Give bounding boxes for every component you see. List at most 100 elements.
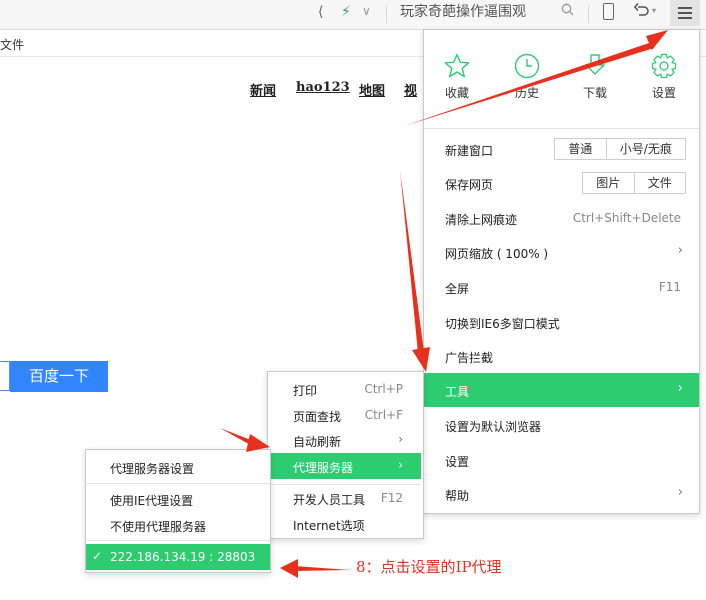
new-window-incognito-button[interactable]: 小号/无痕 <box>605 139 685 159</box>
menu-item-save-page: 保存网页 图片 文件 <box>424 166 699 200</box>
clock-icon <box>514 53 540 79</box>
chevron-right-icon: › <box>677 485 683 500</box>
tile-label: 下载 <box>582 86 607 100</box>
menu-item-shortcut: F12 <box>380 491 403 505</box>
menu-item-new-window: 新建窗口 普通 小号/无痕 <box>424 132 699 166</box>
annotation-text: 8：点击设置的IP代理 <box>356 558 502 576</box>
new-window-options: 普通 小号/无痕 <box>554 138 686 160</box>
toolbar-divider <box>386 5 387 23</box>
arrow-to-selected-proxy <box>294 566 350 571</box>
menu-item-fullscreen[interactable]: 全屏 F11 <box>424 270 699 304</box>
arrow-to-tools-item <box>400 170 424 353</box>
nav-link-map[interactable]: 地图 <box>359 80 385 99</box>
undo-dropdown-icon[interactable]: ▾ <box>652 6 660 16</box>
nav-link-news[interactable]: 新闻 <box>250 80 276 99</box>
menu-item-label: 使用IE代理设置 <box>110 494 194 508</box>
menu-item-label: 设置为默认浏览器 <box>445 420 542 434</box>
browser-toolbar: ⟨ ⚡︎ ∨ 玩家奇葩操作逼围观 ▾ <box>0 0 706 30</box>
tile-label: 收藏 <box>444 86 469 100</box>
search-icon[interactable] <box>561 3 575 19</box>
tile-downloads[interactable]: 下载 <box>573 52 617 101</box>
menu-item-shortcut: Ctrl+Shift+Delete <box>572 211 681 225</box>
tile-settings[interactable]: 设置 <box>642 52 686 101</box>
tools-item-proxy[interactable]: 代理服务器 › <box>270 453 421 479</box>
menu-item-label: 清除上网痕迹 <box>445 213 518 227</box>
menu-item-label: 不使用代理服务器 <box>110 520 207 534</box>
chevron-right-icon: › <box>398 458 403 472</box>
save-as-file-button[interactable]: 文件 <box>633 173 686 193</box>
menu-item-label: 开发人员工具 <box>293 493 366 507</box>
toolbar-divider <box>588 5 589 23</box>
search-input[interactable] <box>0 361 10 391</box>
proxy-item-selected[interactable]: ✓ 222.186.134.19 : 28803 <box>86 544 270 570</box>
menu-divider <box>424 128 699 129</box>
menu-item-default-browser[interactable]: 设置为默认浏览器 <box>424 408 699 442</box>
menu-item-label: 打印 <box>293 384 318 398</box>
menu-divider <box>86 540 270 541</box>
menu-divider <box>86 483 270 484</box>
tile-favorites[interactable]: 收藏 <box>435 52 479 101</box>
tools-submenu: 打印 Ctrl+P 页面查找 Ctrl+F 自动刷新 › 代理服务器 › 开发人… <box>267 371 424 539</box>
new-window-normal-button[interactable]: 普通 <box>555 139 606 159</box>
menu-item-settings[interactable]: 设置 <box>424 443 699 477</box>
arrow-to-proxy-item <box>220 428 256 447</box>
phone-icon[interactable] <box>603 3 614 20</box>
nav-link-hao123[interactable]: hao123 <box>296 80 350 95</box>
chevron-right-icon: › <box>398 432 403 446</box>
tools-item-auto-refresh[interactable]: 自动刷新 › <box>270 427 421 453</box>
baidu-search-button[interactable]: 百度一下 <box>10 361 108 392</box>
menu-item-label: 新建窗口 <box>445 144 494 158</box>
menu-icon <box>678 7 692 9</box>
proxy-item-settings[interactable]: 代理服务器设置 <box>86 454 270 480</box>
menu-icon-bar <box>678 17 692 19</box>
menu-item-label: 代理服务器 <box>293 461 354 475</box>
arrow-to-selected-proxy-head <box>280 559 298 578</box>
menu-item-label: 切换到IE6多窗口模式 <box>445 317 560 331</box>
menu-item-label: 网页缩放 ( 100% ) <box>445 247 549 261</box>
chevron-right-icon: › <box>677 243 683 258</box>
undo-icon[interactable] <box>633 1 651 19</box>
menu-item-shortcut: Ctrl+F <box>364 408 403 422</box>
save-as-image-button[interactable]: 图片 <box>583 173 634 193</box>
save-page-options: 图片 文件 <box>582 172 686 194</box>
menu-item-label: 保存网页 <box>445 178 494 192</box>
menu-item-clear-traces[interactable]: 清除上网痕迹 Ctrl+Shift+Delete <box>424 201 699 235</box>
menu-item-tools[interactable]: 工具 › <box>424 373 699 407</box>
star-icon <box>444 53 470 78</box>
menu-item-label: 全屏 <box>445 282 470 296</box>
menu-item-label: Internet选项 <box>293 519 365 533</box>
menu-item-ie6-mode[interactable]: 切换到IE6多窗口模式 <box>424 305 699 339</box>
proxy-submenu: 代理服务器设置 使用IE代理设置 不使用代理服务器 ✓ 222.186.134.… <box>85 449 271 573</box>
nav-link-video[interactable]: 视 <box>404 80 417 99</box>
proxy-item-use-ie[interactable]: 使用IE代理设置 <box>86 486 270 512</box>
menu-item-zoom[interactable]: 网页缩放 ( 100% ) › <box>424 235 699 269</box>
bookmark-item[interactable]: 文件 <box>0 36 24 53</box>
tools-item-internet-options[interactable]: Internet选项 <box>270 511 421 537</box>
menu-item-label: 设置 <box>445 455 470 469</box>
menu-icon-bar <box>678 12 692 14</box>
tile-history[interactable]: 历史 <box>505 52 549 101</box>
menu-item-shortcut: Ctrl+P <box>364 382 403 396</box>
menu-item-label: 帮助 <box>445 489 470 503</box>
download-icon <box>585 54 605 75</box>
chevron-down-icon[interactable]: ∨ <box>362 3 374 19</box>
share-icon[interactable]: ⟨ <box>318 4 334 20</box>
tile-label: 设置 <box>651 86 676 100</box>
menu-item-shortcut: F11 <box>658 280 681 294</box>
menu-item-adblock[interactable]: 广告拦截 <box>424 339 699 373</box>
menu-item-help[interactable]: 帮助 › <box>424 477 699 511</box>
check-icon: ✓ <box>92 549 103 563</box>
menu-button[interactable] <box>670 0 700 26</box>
tools-item-find[interactable]: 页面查找 Ctrl+F <box>270 402 421 428</box>
gear-icon <box>651 53 677 79</box>
menu-item-label: 页面查找 <box>293 410 342 424</box>
tools-item-devtools[interactable]: 开发人员工具 F12 <box>270 485 421 511</box>
chevron-right-icon: › <box>677 381 683 396</box>
menu-item-label: 222.186.134.19 : 28803 <box>110 550 256 564</box>
bolt-icon[interactable]: ⚡︎ <box>341 4 355 20</box>
tools-item-print[interactable]: 打印 Ctrl+P <box>270 376 421 402</box>
search-suggestion-text[interactable]: 玩家奇葩操作逼围观 <box>400 4 526 20</box>
menu-item-label: 自动刷新 <box>293 435 342 449</box>
proxy-item-no-proxy[interactable]: 不使用代理服务器 <box>86 512 270 538</box>
main-menu: 收藏 历史 下载 设置 新建窗口 普通 小号/无痕 保存网页 图片 文件 清除上… <box>423 29 700 514</box>
